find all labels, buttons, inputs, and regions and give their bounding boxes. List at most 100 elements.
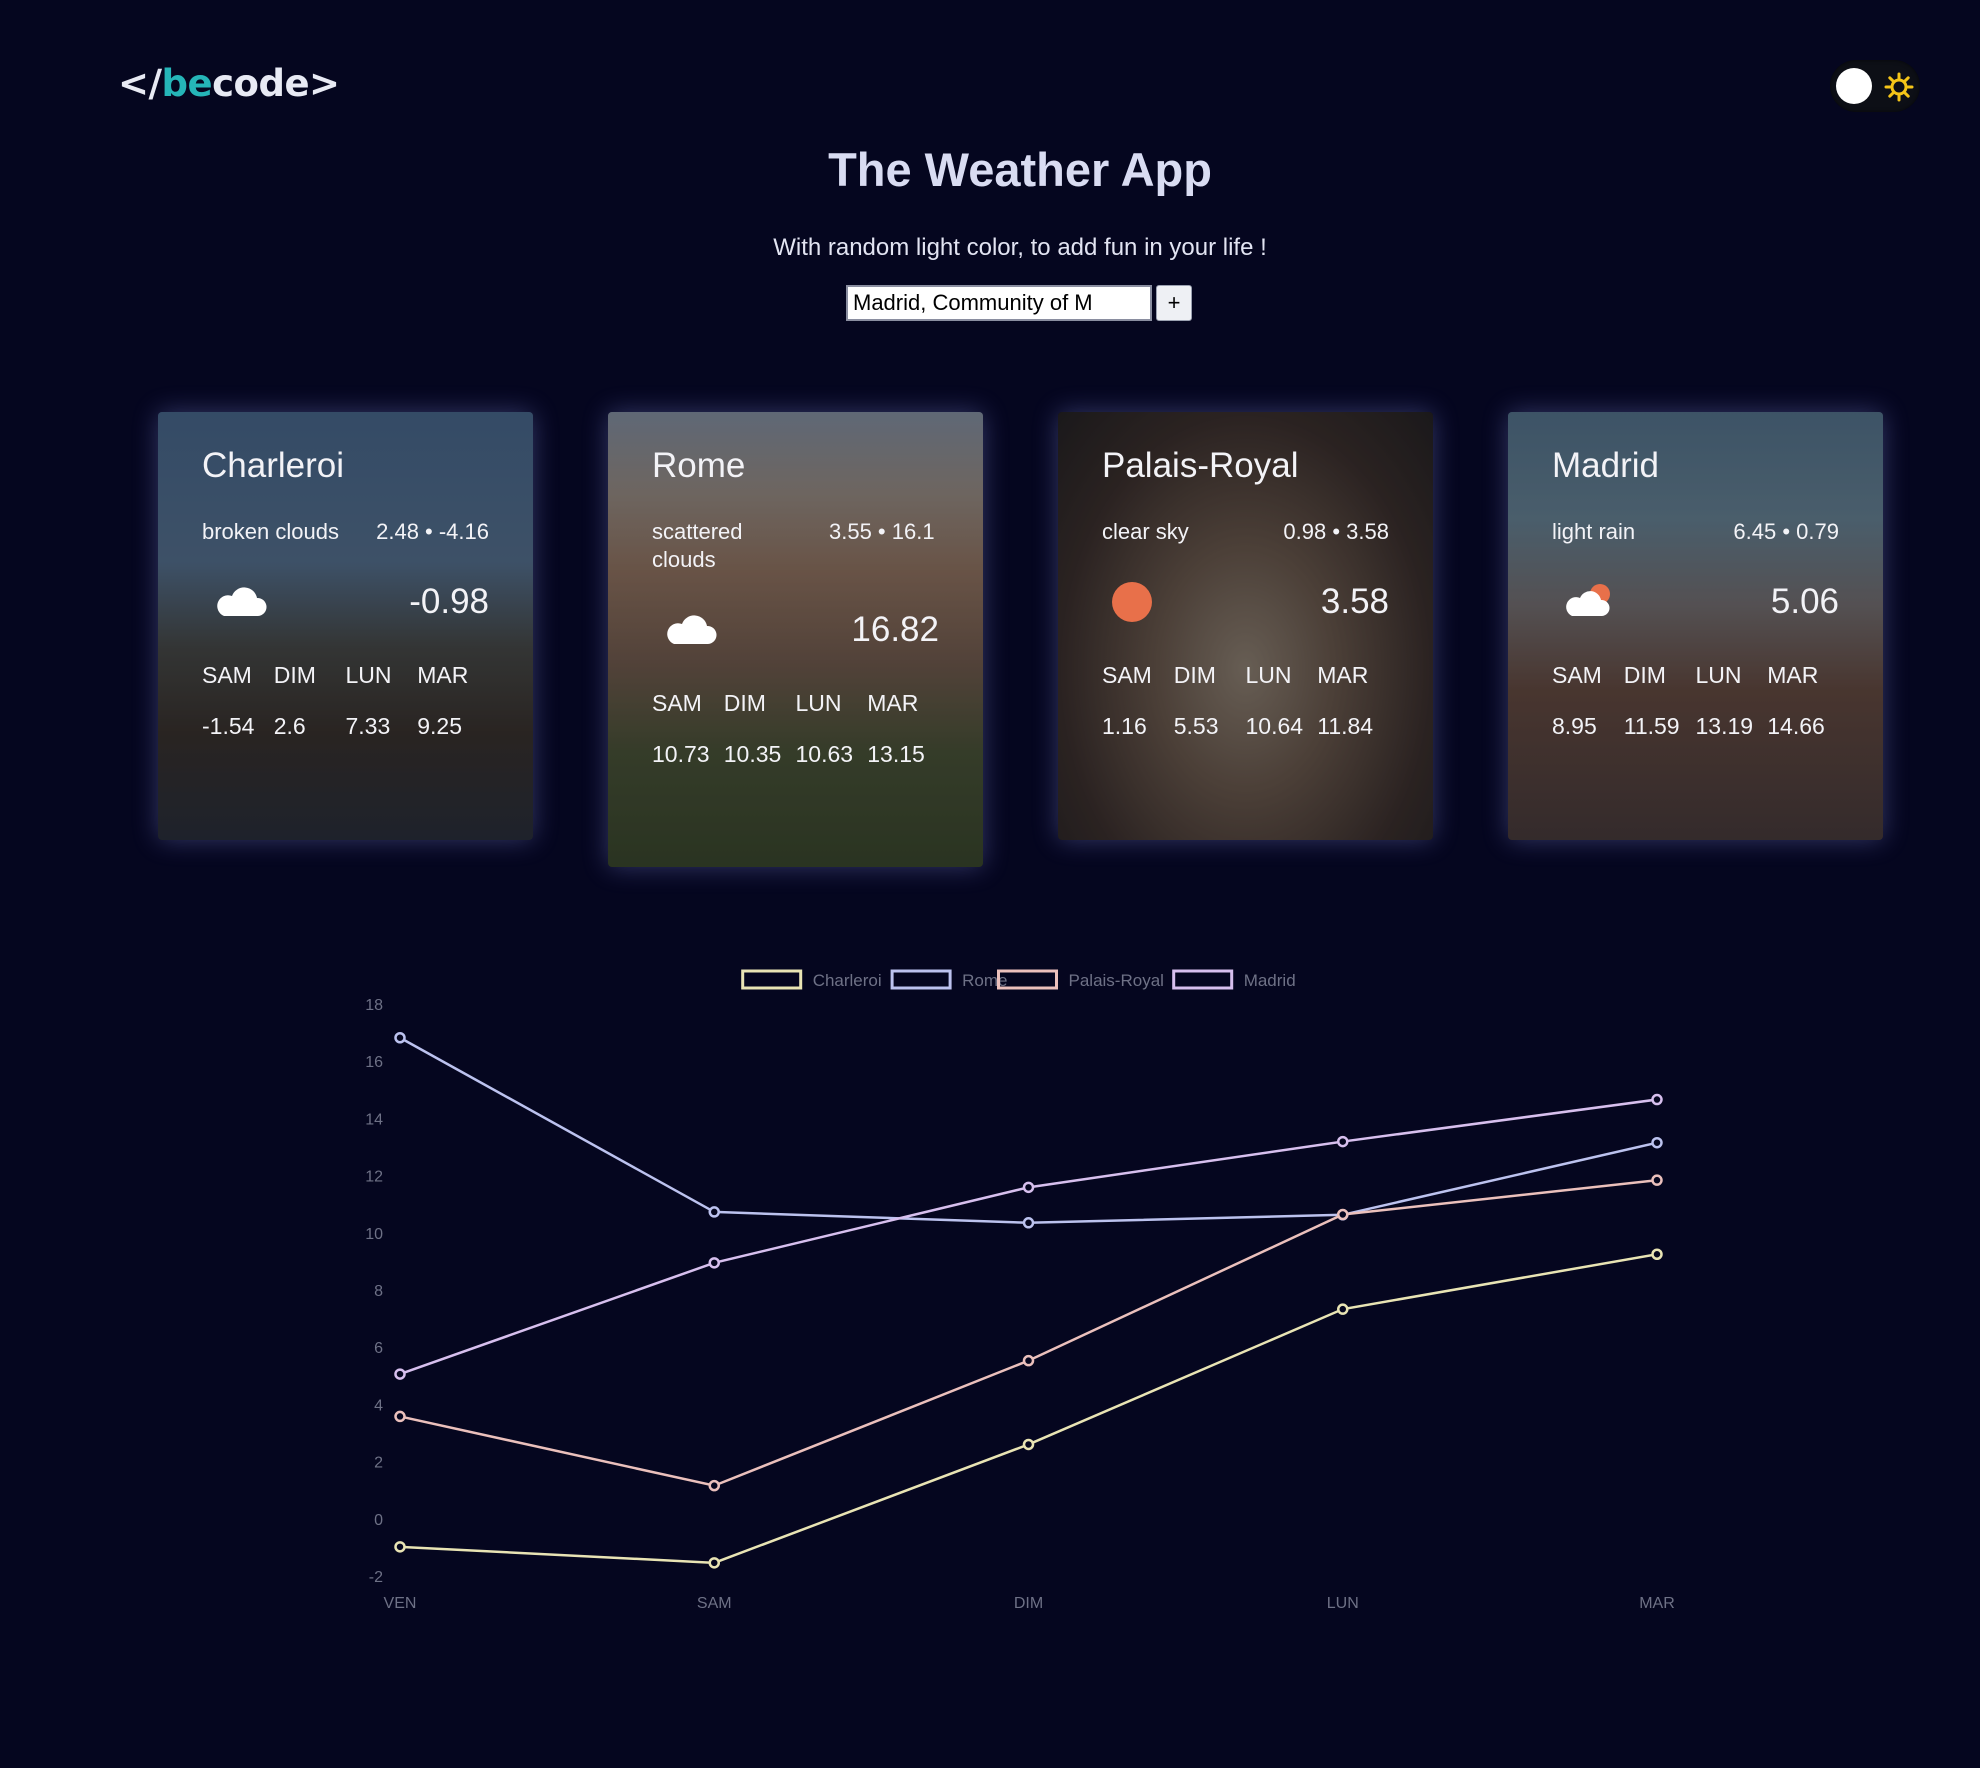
- data-point: [394, 1368, 406, 1380]
- temperature-line-chart: -2 0 2 4 6 8 10 12 14 16 18 VEN SAM DIM LUN MAR Charlero…: [365, 969, 1675, 1612]
- forecast-temp: 2.6: [273, 713, 306, 739]
- forecast-temp: 11.84: [1317, 713, 1374, 739]
- logo-part-3: code>: [212, 62, 340, 105]
- y-tick-label: 16: [365, 1054, 383, 1071]
- forecast-day: SAM: [202, 662, 252, 688]
- legend-swatch: [890, 969, 952, 990]
- card-min-max: 2.48 • -4.16: [376, 519, 489, 544]
- x-tick-label: LUN: [1327, 1595, 1359, 1612]
- data-point: [394, 1541, 406, 1553]
- card-min-max: 0.98 • 3.58: [1283, 519, 1389, 544]
- forecast-day: LUN: [795, 690, 842, 716]
- forecast-day: MAR: [867, 690, 919, 716]
- series-line: [399, 1098, 1658, 1376]
- page-title: The Weather App: [828, 143, 1212, 196]
- card-current-temp: -0.98: [409, 582, 489, 621]
- data-point: [394, 1410, 406, 1423]
- cloud-icon: [217, 587, 267, 616]
- y-tick-label: 4: [374, 1397, 383, 1414]
- forecast-temp: 9.25: [417, 713, 463, 739]
- forecast-temp: -1.54: [202, 713, 255, 739]
- forecast-temp: 10.73: [652, 741, 710, 767]
- sun-icon: [1112, 582, 1152, 622]
- data-point: [1022, 1217, 1035, 1229]
- series-line: [399, 1253, 1658, 1565]
- cloud-icon: [667, 615, 717, 644]
- data-point: [1022, 1181, 1035, 1194]
- forecast-day: LUN: [1695, 662, 1742, 688]
- logo-part-1: </: [118, 62, 162, 105]
- y-tick-label: -2: [369, 1569, 383, 1586]
- forecast-day: SAM: [652, 690, 702, 716]
- card-min-max: 3.55 • 16.1: [829, 519, 935, 544]
- y-tick-label: 0: [374, 1512, 383, 1529]
- y-tick-label: 14: [365, 1111, 383, 1128]
- theme-toggle[interactable]: [1830, 60, 1920, 112]
- card-weather-description: scattered clouds: [652, 519, 743, 572]
- forecast-day: MAR: [417, 662, 469, 688]
- card-weather-description: broken clouds: [202, 519, 339, 544]
- y-tick-label: 6: [374, 1340, 383, 1357]
- y-tick-label: 18: [365, 997, 383, 1014]
- data-point: [1651, 1174, 1663, 1186]
- forecast-day: DIM: [1623, 662, 1666, 688]
- weather-card-madrid: Madrid light rain 6.45 • 0.79 5.06 SAM D…: [1508, 412, 1883, 840]
- forecast-temp: 10.63: [795, 741, 854, 767]
- x-tick-label: MAR: [1639, 1595, 1675, 1612]
- data-point: [1651, 1248, 1663, 1260]
- data-point: [708, 1257, 720, 1269]
- forecast-day: DIM: [273, 662, 316, 688]
- legend-label: Charleroi: [813, 971, 882, 990]
- add-city-button[interactable]: +: [1156, 285, 1192, 321]
- forecast-temp: 13.15: [867, 741, 925, 767]
- weather-card-rome: Rome scattered clouds 3.55 • 16.1 16.82 …: [608, 412, 983, 867]
- card-weather-description: light rain: [1552, 519, 1636, 544]
- forecast-temp: 1.16: [1102, 713, 1147, 739]
- y-tick-label: 2: [374, 1455, 383, 1472]
- forecast-day: MAR: [1767, 662, 1819, 688]
- data-point: [1337, 1135, 1349, 1148]
- data-point: [708, 1557, 720, 1569]
- forecast-temp: 10.35: [723, 741, 782, 767]
- forecast-day: DIM: [1173, 662, 1216, 688]
- toggle-knob: [1836, 68, 1872, 104]
- card-city-name: Palais-Royal: [1102, 446, 1299, 485]
- data-point: [708, 1206, 720, 1218]
- forecast-temp: 14.66: [1767, 713, 1825, 739]
- forecast-temp: 7.33: [345, 713, 391, 739]
- weather-card-charleroi: Charleroi broken clouds 2.48 • -4.16 -0.…: [158, 412, 533, 840]
- forecast-temp: 11.59: [1623, 713, 1680, 739]
- sun-icon: [1884, 72, 1914, 102]
- data-point: [1022, 1438, 1035, 1451]
- data-point: [394, 1031, 406, 1044]
- legend-swatch: [741, 969, 803, 990]
- legend-label: Palais-Royal: [1069, 971, 1164, 990]
- card-city-name: Rome: [652, 446, 746, 485]
- city-search-input[interactable]: [846, 285, 1152, 321]
- temperature-chart: -2 0 2 4 6 8 10 12 14 16 18 VEN SAM DIM LUN MAR Charlero…: [0, 950, 1980, 1650]
- series-line: [399, 1036, 1658, 1225]
- logo[interactable]: </becode>: [118, 62, 340, 105]
- y-tick-label: 8: [374, 1283, 383, 1300]
- card-current-temp: 3.58: [1320, 582, 1389, 621]
- forecast-temp: 10.64: [1245, 713, 1304, 739]
- forecast-day: SAM: [1552, 662, 1602, 688]
- card-current-temp: 5.06: [1770, 582, 1839, 621]
- forecast-day: SAM: [1102, 662, 1152, 688]
- y-tick-label: 10: [365, 1226, 383, 1243]
- x-tick-label: SAM: [697, 1595, 732, 1612]
- legend-swatch: [1172, 969, 1234, 990]
- card-weather-description: clear sky: [1102, 519, 1189, 544]
- legend-label: Madrid: [1244, 971, 1296, 990]
- data-point: [1022, 1354, 1035, 1367]
- y-tick-label: 12: [365, 1169, 383, 1186]
- forecast-temp: 5.53: [1173, 713, 1219, 739]
- page-subtitle: With random light color, to add fun in y…: [773, 234, 1267, 261]
- forecast-day: DIM: [723, 690, 766, 716]
- card-city-name: Charleroi: [202, 446, 344, 485]
- x-tick-label: DIM: [1014, 1595, 1043, 1612]
- forecast-day: MAR: [1317, 662, 1369, 688]
- data-point: [1651, 1136, 1663, 1149]
- data-point: [708, 1479, 720, 1492]
- forecast-day: LUN: [1245, 662, 1292, 688]
